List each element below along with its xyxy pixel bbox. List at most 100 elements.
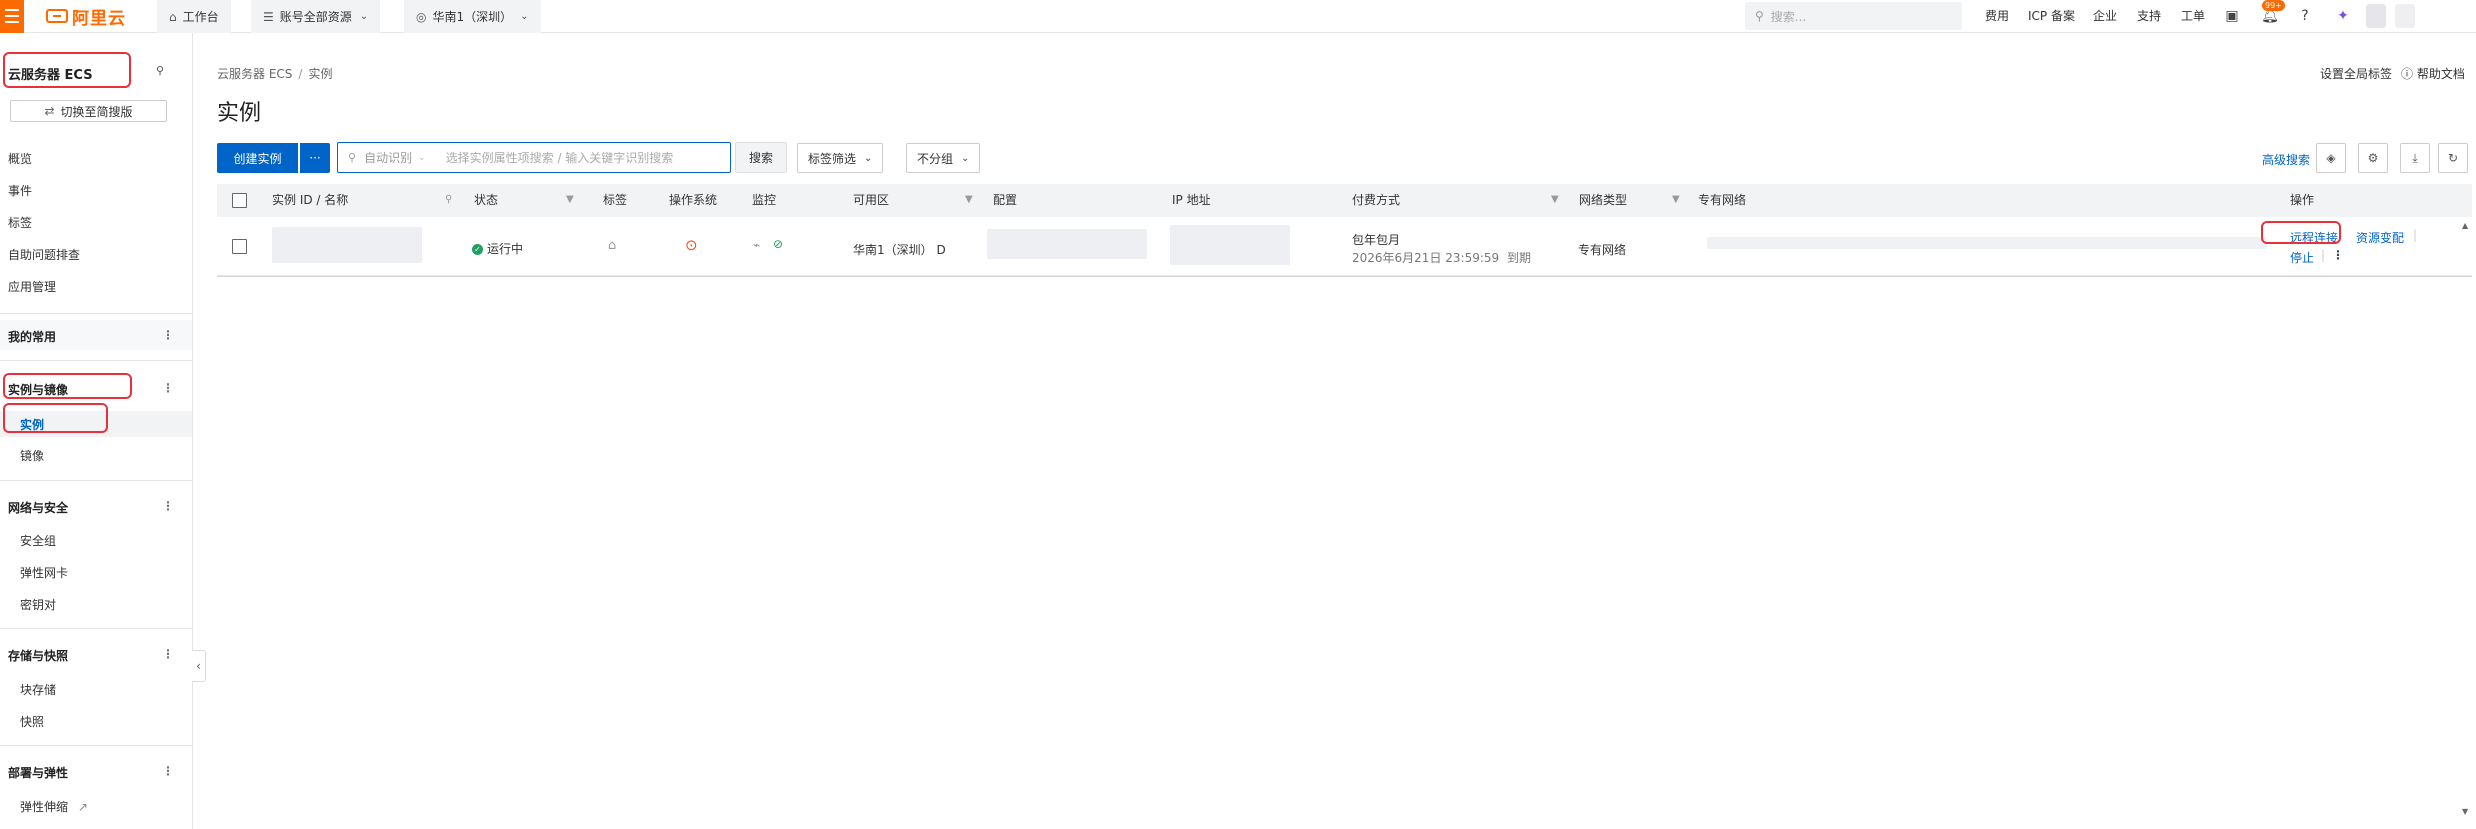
advanced-search-link[interactable]: 高级搜索 (2262, 151, 2310, 168)
more-icon[interactable]: ⋮ (162, 328, 174, 342)
select-all-checkbox[interactable] (232, 193, 247, 208)
workbench-label: 工作台 (182, 10, 219, 24)
highlight-box-instances (3, 403, 108, 433)
refresh-icon[interactable]: ↻ (2438, 143, 2468, 173)
account-menu[interactable] (2395, 4, 2415, 28)
aliyun-logo[interactable]: 阿里云 (46, 6, 126, 29)
group-storage-snapshots[interactable]: 存储与快照 (8, 647, 68, 664)
more-icon[interactable]: ⋮ (162, 499, 174, 513)
set-global-tag-link[interactable]: 设置全局标签 (2320, 65, 2392, 82)
group-deploy-elastic[interactable]: 部署与弹性 (8, 764, 68, 781)
nav-link-icp[interactable]: ICP 备案 (2028, 0, 2075, 33)
divider (0, 628, 193, 629)
home-icon: ⌂ (169, 9, 177, 24)
search-icon[interactable]: ⚲ (156, 64, 164, 77)
sidebar-item-tags[interactable]: 标签 (8, 214, 32, 231)
sidebar-item-keypairs[interactable]: 密钥对 (20, 596, 56, 613)
gear-icon[interactable]: ⚙ (2358, 143, 2388, 173)
tag-filter-select[interactable]: 标签筛选 ⌄ (797, 143, 884, 173)
nav-link-ticket[interactable]: 工单 (2181, 0, 2205, 33)
sidebar-item-overview[interactable]: 概览 (8, 150, 32, 167)
vertical-scrollbar[interactable]: ▲ ▼ (2462, 217, 2472, 817)
region-select[interactable]: ◎ 华南1（深圳） ⌄ (404, 0, 541, 33)
tag-icon[interactable]: ⌂ (608, 238, 616, 253)
breadcrumb-ecs[interactable]: 云服务器 ECS (217, 67, 292, 81)
page-title: 实例 (217, 101, 262, 126)
check-circle-icon: ✓ (472, 244, 483, 255)
terminal-icon[interactable]: ▣ (2222, 6, 2242, 26)
assistant-icon[interactable]: ✦ (2333, 6, 2353, 26)
group-select-label: 不分组 (917, 151, 954, 166)
sidebar-item-events[interactable]: 事件 (8, 182, 32, 199)
resource-change-link[interactable]: 资源变配 (2356, 229, 2404, 246)
sidebar-item-images[interactable]: 镜像 (20, 447, 44, 464)
stop-link[interactable]: 停止 (2290, 249, 2314, 266)
check-circle-icon[interactable]: ⊘ (773, 237, 783, 251)
column-vpc: 专有网络 (1698, 193, 1747, 207)
avatar[interactable] (2366, 4, 2386, 28)
row-checkbox[interactable] (232, 239, 247, 254)
workbench-button[interactable]: ⌂ 工作台 (157, 0, 231, 33)
filter-icon[interactable]: ▼ (965, 194, 973, 205)
sidebar-item-snapshots[interactable]: 快照 (20, 713, 44, 730)
nav-link-billing[interactable]: 费用 (1985, 0, 2009, 33)
more-icon[interactable]: ⋮ (162, 647, 174, 661)
table-bottom-border (217, 276, 2472, 277)
vpc-redacted[interactable] (1707, 237, 2267, 249)
more-icon[interactable]: ⋮ (2332, 248, 2344, 262)
download-icon[interactable]: ⤓ (2400, 143, 2430, 173)
sidebar-item-block-storage[interactable]: 块存储 (20, 681, 56, 698)
sidebar-item-app-management[interactable]: 应用管理 (8, 278, 56, 295)
search-button[interactable]: 搜索 (735, 142, 787, 173)
region-label: 华南1（深圳） (432, 10, 513, 24)
nav-link-enterprise[interactable]: 企业 (2093, 0, 2117, 33)
group-network-security[interactable]: 网络与安全 (8, 499, 68, 516)
create-instance-button[interactable]: 创建实例 (217, 143, 298, 173)
instance-search-box[interactable]: ⚲ 自动识别 ⌄ (337, 142, 731, 173)
search-mode-select[interactable]: 自动识别 (364, 149, 412, 166)
scroll-down-icon[interactable]: ▼ (2462, 807, 2468, 816)
account-scope-select[interactable]: ☰ 账号全部资源 ⌄ (251, 0, 381, 33)
status-badge: ✓ 运行中 (472, 240, 523, 257)
help-doc-label: 帮助文档 (2416, 67, 2465, 81)
column-pay-type: 付费方式 (1352, 193, 1401, 207)
sidebar-item-security-groups[interactable]: 安全组 (20, 532, 56, 549)
highlight-box-group (3, 373, 132, 399)
action-separator: | (2321, 248, 2326, 262)
sidebar-item-auto-scaling[interactable]: 弹性伸缩 ↗ (20, 798, 88, 815)
account-scope-label: 账号全部资源 (279, 10, 352, 24)
menu-icon[interactable] (0, 0, 24, 33)
breadcrumb: 云服务器 ECS / 实例 (217, 65, 332, 82)
group-my-favorites[interactable]: 我的常用 (8, 328, 56, 345)
filter-icon[interactable]: ▼ (566, 194, 574, 205)
more-icon[interactable]: ⋮ (162, 381, 174, 395)
group-select[interactable]: 不分组 ⌄ (906, 143, 981, 173)
top-bar: 阿里云 ⌂ 工作台 ☰ 账号全部资源 ⌄ ◎ 华南1（深圳） ⌄ ⚲ 搜索...… (0, 0, 2476, 33)
chevron-down-icon: ⌄ (864, 152, 873, 164)
chart-icon[interactable]: ⌁ (753, 238, 760, 252)
table-row: ✓ 运行中 ⌂ ⊙ ⌁ ⊘ 华南1（深圳） D 包年包月 2026年6月21日 2… (217, 217, 2472, 276)
scroll-up-icon[interactable]: ▲ (2462, 221, 2468, 230)
collapse-sidebar-button[interactable]: ‹ (192, 650, 206, 682)
notification-badge: 99+ (2262, 0, 2285, 11)
more-icon[interactable]: ⋮ (162, 764, 174, 778)
sidebar-item-troubleshoot[interactable]: 自助问题排查 (8, 246, 80, 263)
divider (0, 745, 193, 746)
help-icon[interactable]: ? (2295, 6, 2315, 26)
global-search-input[interactable]: ⚲ 搜索... (1745, 2, 1962, 30)
more-actions-button[interactable]: ··· (300, 143, 330, 173)
layers-icon[interactable]: ◈ (2316, 143, 2346, 173)
filter-icon[interactable]: ▼ (1672, 194, 1680, 205)
filter-icon[interactable]: ▼ (1551, 194, 1559, 205)
sidebar-item-eni[interactable]: 弹性网卡 (20, 564, 68, 581)
aliyun-logo-mark (46, 9, 68, 23)
help-doc-link[interactable]: ⓘ 帮助文档 (2401, 65, 2465, 82)
instance-id-redacted[interactable] (272, 227, 422, 263)
search-icon[interactable]: ⚲ (445, 194, 452, 205)
nav-link-support[interactable]: 支持 (2137, 0, 2161, 33)
chevron-down-icon: ⌄ (359, 11, 369, 22)
column-zone: 可用区 (853, 193, 890, 207)
instance-search-input[interactable] (445, 150, 706, 165)
auto-scaling-label: 弹性伸缩 (20, 800, 69, 814)
switch-simple-mode-button[interactable]: ⇄ 切换至简搜版 (10, 100, 167, 122)
